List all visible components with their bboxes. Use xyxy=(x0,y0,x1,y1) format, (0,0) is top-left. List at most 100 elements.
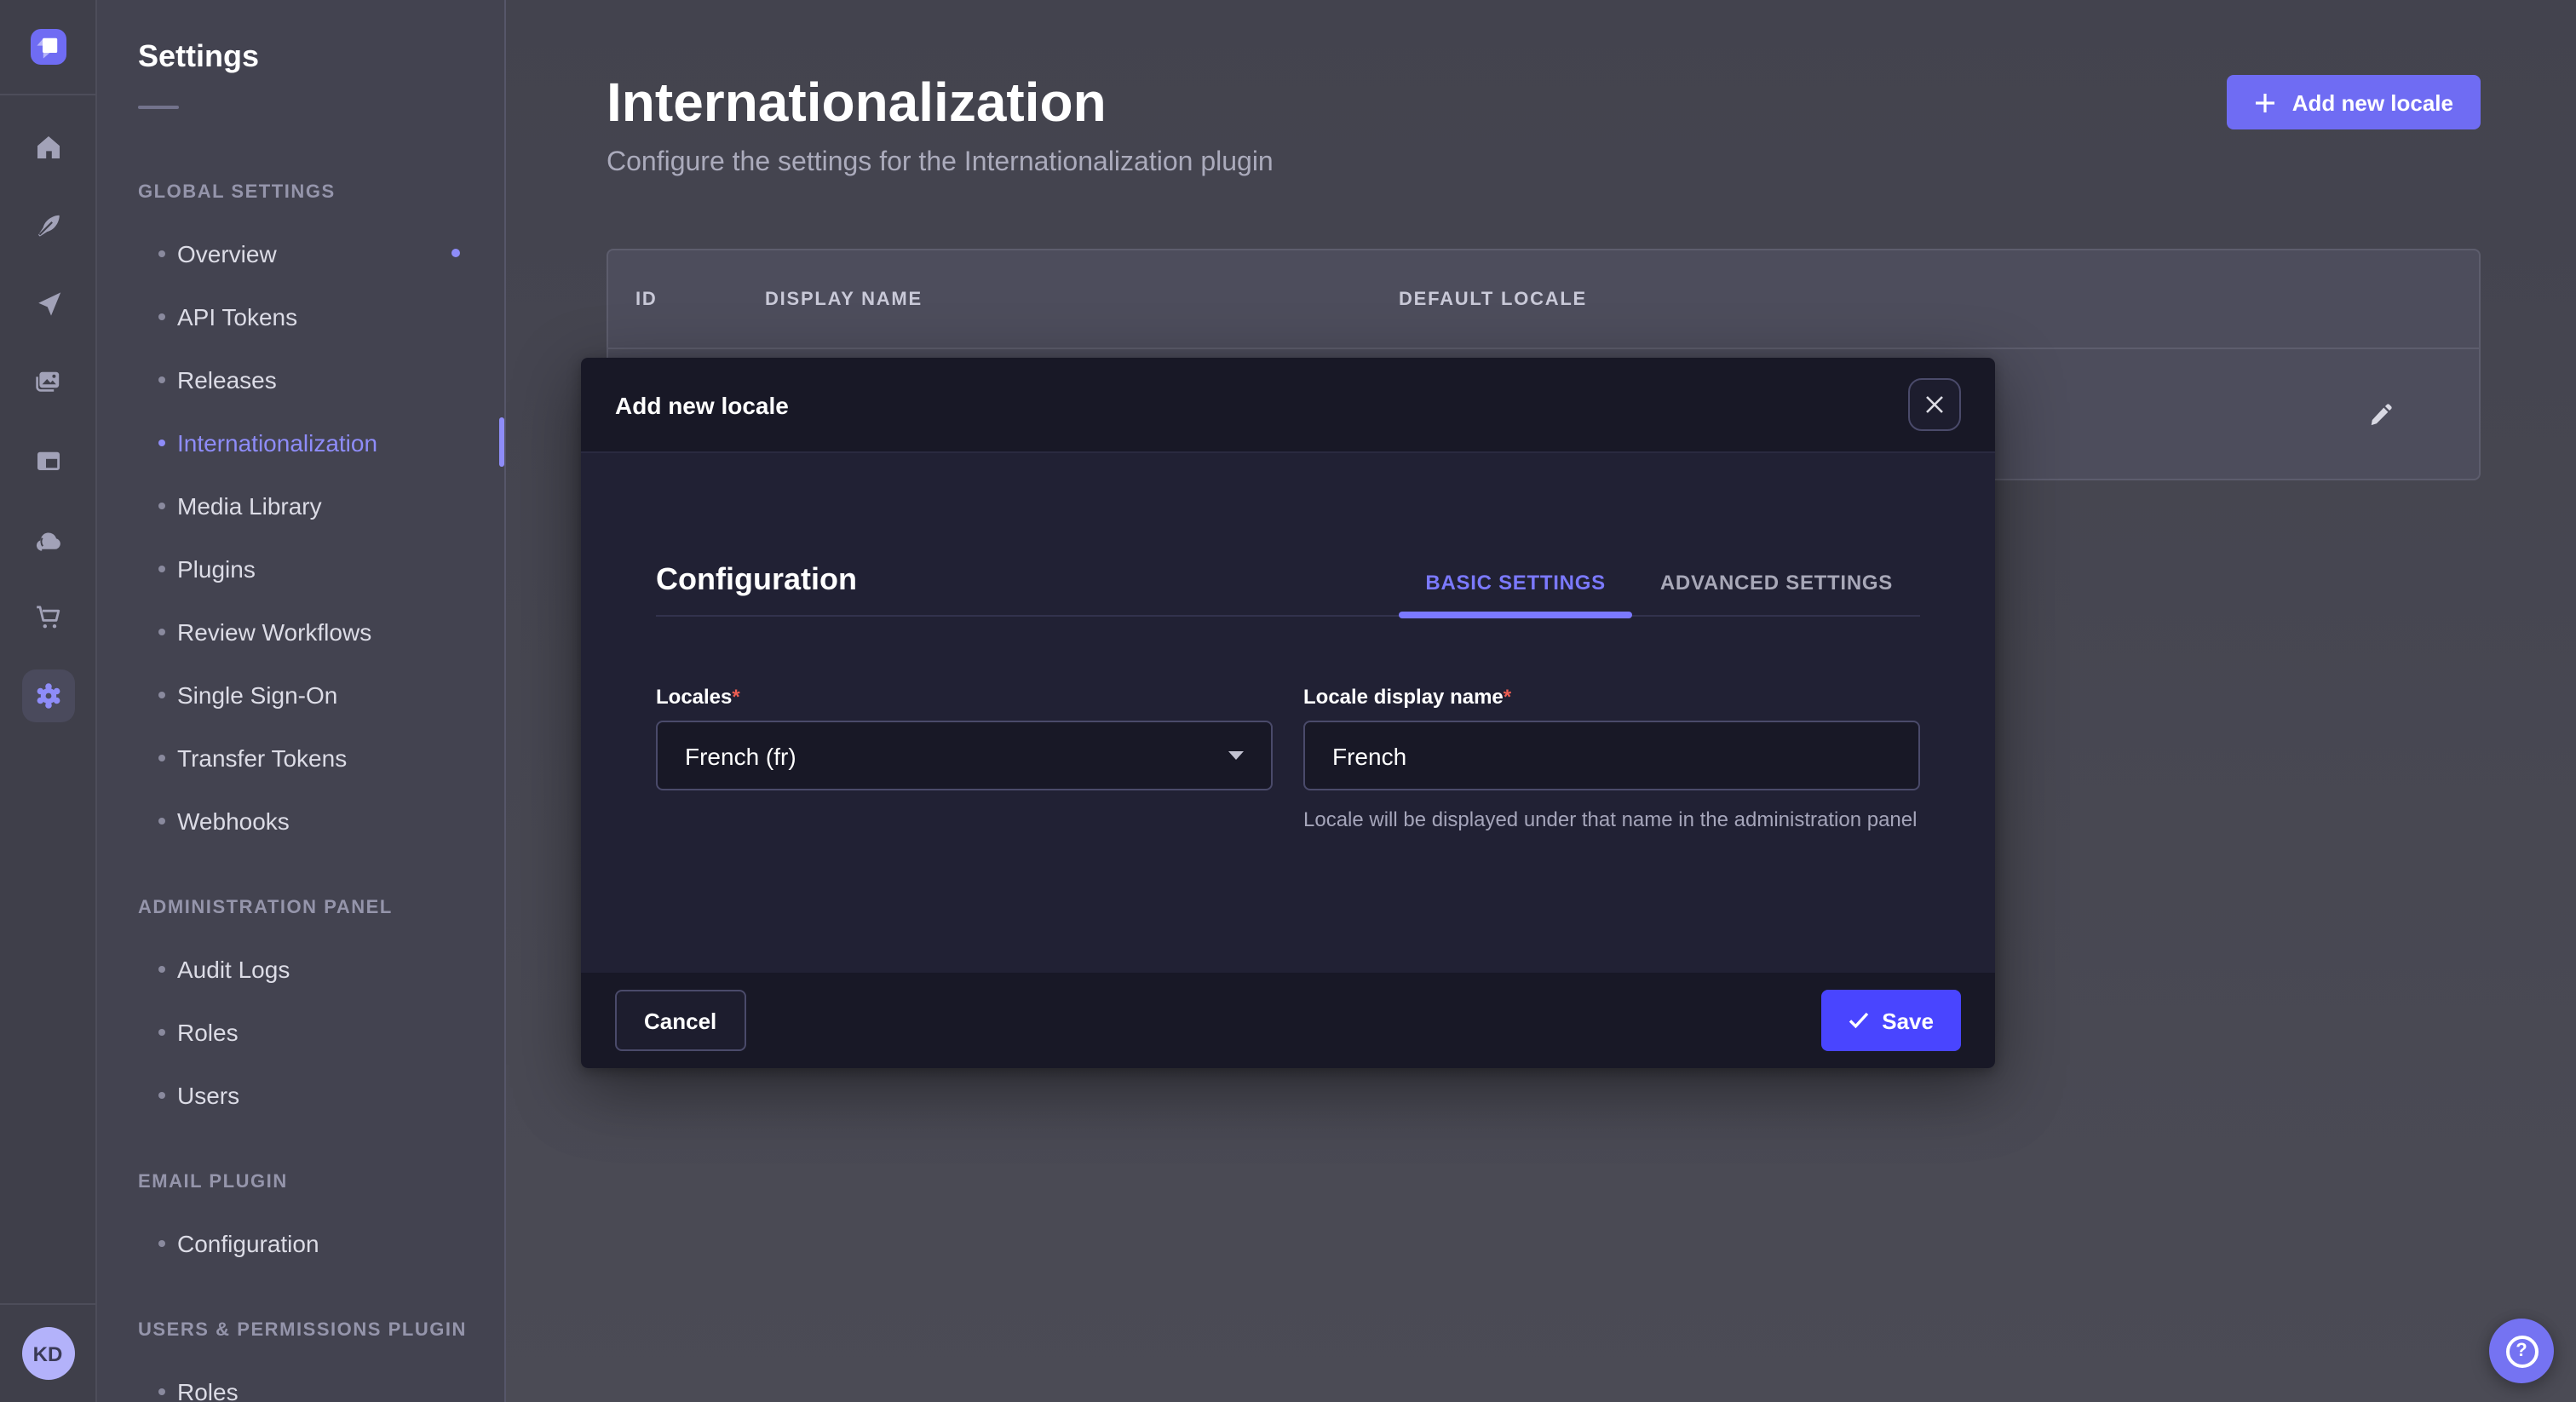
section-label-global-settings: GLOBAL SETTINGS xyxy=(138,181,504,204)
sidebar-item-label: Review Workflows xyxy=(177,618,371,645)
close-icon xyxy=(1925,395,1944,414)
users-permissions-list: Roles Providers xyxy=(138,1359,504,1402)
display-name-input[interactable] xyxy=(1303,721,1920,790)
configuration-header-row: Configuration BASIC SETTINGS ADVANCED SE… xyxy=(656,560,1920,617)
sidebar-item-review-workflows[interactable]: Review Workflows xyxy=(138,600,504,663)
sidebar-item-label: Transfer Tokens xyxy=(177,744,347,771)
logo-area xyxy=(0,0,95,95)
page-title: Internationalization xyxy=(607,68,1274,136)
sidebar-item-admin-roles[interactable]: Roles xyxy=(138,1000,504,1063)
required-asterisk: * xyxy=(1504,685,1511,709)
modal-footer: Cancel Save xyxy=(581,973,1995,1068)
bullet-icon xyxy=(158,965,165,972)
releases-send-icon[interactable] xyxy=(0,264,96,342)
bullet-icon xyxy=(158,628,165,635)
modal-body: Configuration BASIC SETTINGS ADVANCED SE… xyxy=(581,453,1995,973)
email-plugin-list: Configuration xyxy=(138,1211,504,1274)
sidebar-item-label: Configuration xyxy=(177,1229,319,1256)
section-label-users-permissions-plugin: USERS & PERMISSIONS PLUGIN xyxy=(138,1319,504,1342)
sidebar-item-releases[interactable]: Releases xyxy=(138,348,504,411)
column-header-display-name: DISPLAY NAME xyxy=(765,289,1399,309)
tab-basic-settings[interactable]: BASIC SETTINGS xyxy=(1398,571,1632,615)
page-subtitle: Configure the settings for the Internati… xyxy=(607,147,1274,181)
cancel-button[interactable]: Cancel xyxy=(615,990,745,1051)
question-mark-icon: ? xyxy=(2505,1335,2538,1367)
sidebar-item-email-configuration[interactable]: Configuration xyxy=(138,1211,504,1274)
sidebar-item-up-roles[interactable]: Roles xyxy=(138,1359,504,1402)
settings-active-highlight xyxy=(21,669,74,721)
sidebar-item-webhooks[interactable]: Webhooks xyxy=(138,789,504,852)
sidebar-item-label: API Tokens xyxy=(177,302,297,330)
user-avatar[interactable]: KD xyxy=(21,1327,74,1380)
help-button[interactable]: ? xyxy=(2489,1319,2554,1383)
sidebar-item-media-library[interactable]: Media Library xyxy=(138,474,504,537)
bullet-icon xyxy=(158,439,165,445)
tab-advanced-settings[interactable]: ADVANCED SETTINGS xyxy=(1633,571,1920,615)
screen: KD Settings GLOBAL SETTINGS Overview API… xyxy=(0,0,2576,1402)
home-icon[interactable] xyxy=(0,107,96,186)
bullet-icon xyxy=(158,313,165,319)
table-header-row: ID DISPLAY NAME DEFAULT LOCALE xyxy=(608,250,2479,349)
modal-header: Add new locale xyxy=(581,358,1995,453)
sidebar-item-label: Plugins xyxy=(177,554,256,582)
add-new-locale-label: Add new locale xyxy=(2292,89,2453,115)
modal-close-button[interactable] xyxy=(1908,378,1961,431)
section-label-administration-panel: ADMINISTRATION PANEL xyxy=(138,896,504,920)
bullet-icon xyxy=(158,691,165,698)
media-library-icon[interactable] xyxy=(0,342,96,421)
marketplace-cart-icon[interactable] xyxy=(0,577,96,656)
chevron-down-icon xyxy=(1228,751,1244,760)
content-type-builder-icon[interactable] xyxy=(0,186,96,264)
page-header-text: Internationalization Configure the setti… xyxy=(607,68,1274,181)
strapi-logo-icon[interactable] xyxy=(30,29,66,65)
check-icon xyxy=(1848,1012,1868,1029)
sidebar-item-internationalization[interactable]: Internationalization xyxy=(138,411,504,474)
sidebar-item-label: Users xyxy=(177,1081,239,1108)
save-button[interactable]: Save xyxy=(1820,990,1961,1051)
sidebar-item-label: Audit Logs xyxy=(177,955,290,982)
locales-select-value: French (fr) xyxy=(685,742,796,769)
sidebar-item-label: Media Library xyxy=(177,491,322,519)
bullet-icon xyxy=(158,1239,165,1246)
sidebar-item-api-tokens[interactable]: API Tokens xyxy=(138,284,504,348)
settings-gear-icon-active[interactable] xyxy=(0,656,96,734)
column-header-default-locale: DEFAULT LOCALE xyxy=(1399,289,2383,309)
required-asterisk: * xyxy=(732,685,739,709)
cloud-deploy-icon[interactable] xyxy=(0,499,96,577)
add-locale-modal: Add new locale Configuration BASIC SETTI… xyxy=(581,358,1995,1068)
locales-select[interactable]: French (fr) xyxy=(656,721,1273,790)
sidebar-item-label: Releases xyxy=(177,365,277,393)
sidebar-item-admin-users[interactable]: Users xyxy=(138,1063,504,1126)
edit-locale-button[interactable] xyxy=(2361,394,2401,434)
sidebar-item-label: Single Sign-On xyxy=(177,681,337,708)
sidebar-item-label: Webhooks xyxy=(177,807,290,834)
sidebar-item-single-sign-on[interactable]: Single Sign-On xyxy=(138,663,504,726)
save-button-label: Save xyxy=(1882,1008,1934,1033)
sidebar-item-audit-logs[interactable]: Audit Logs xyxy=(138,937,504,1000)
display-name-help-text: Locale will be displayed under that name… xyxy=(1303,806,1920,835)
administration-panel-list: Audit Logs Roles Users xyxy=(138,937,504,1126)
bullet-icon xyxy=(158,1091,165,1098)
display-name-field-group: Locale display name* Locale will be disp… xyxy=(1303,685,1920,835)
settings-subnav: Settings GLOBAL SETTINGS Overview API To… xyxy=(97,0,506,1402)
bullet-icon xyxy=(158,754,165,761)
sidebar-item-overview[interactable]: Overview xyxy=(138,221,504,284)
rail-icon-nav xyxy=(0,95,95,734)
sidebar-item-transfer-tokens[interactable]: Transfer Tokens xyxy=(138,726,504,789)
content-manager-icon[interactable] xyxy=(0,421,96,499)
bullet-icon xyxy=(158,376,165,382)
modal-fields: Locales* French (fr) Locale display name… xyxy=(656,685,1920,835)
sidebar-item-plugins[interactable]: Plugins xyxy=(138,537,504,600)
bullet-icon xyxy=(158,250,165,256)
bullet-icon xyxy=(158,502,165,509)
bullet-icon xyxy=(158,1028,165,1035)
add-new-locale-button[interactable]: Add new locale xyxy=(2228,75,2481,129)
bullet-icon xyxy=(158,1388,165,1394)
plus-icon xyxy=(2255,91,2277,113)
sidebar-item-label: Overview xyxy=(177,239,277,267)
modal-title: Add new locale xyxy=(615,391,789,418)
configuration-title: Configuration xyxy=(656,560,857,615)
subnav-title-divider xyxy=(138,106,179,109)
locales-field-group: Locales* French (fr) xyxy=(656,685,1273,835)
subnav-title: Settings xyxy=(138,34,504,78)
